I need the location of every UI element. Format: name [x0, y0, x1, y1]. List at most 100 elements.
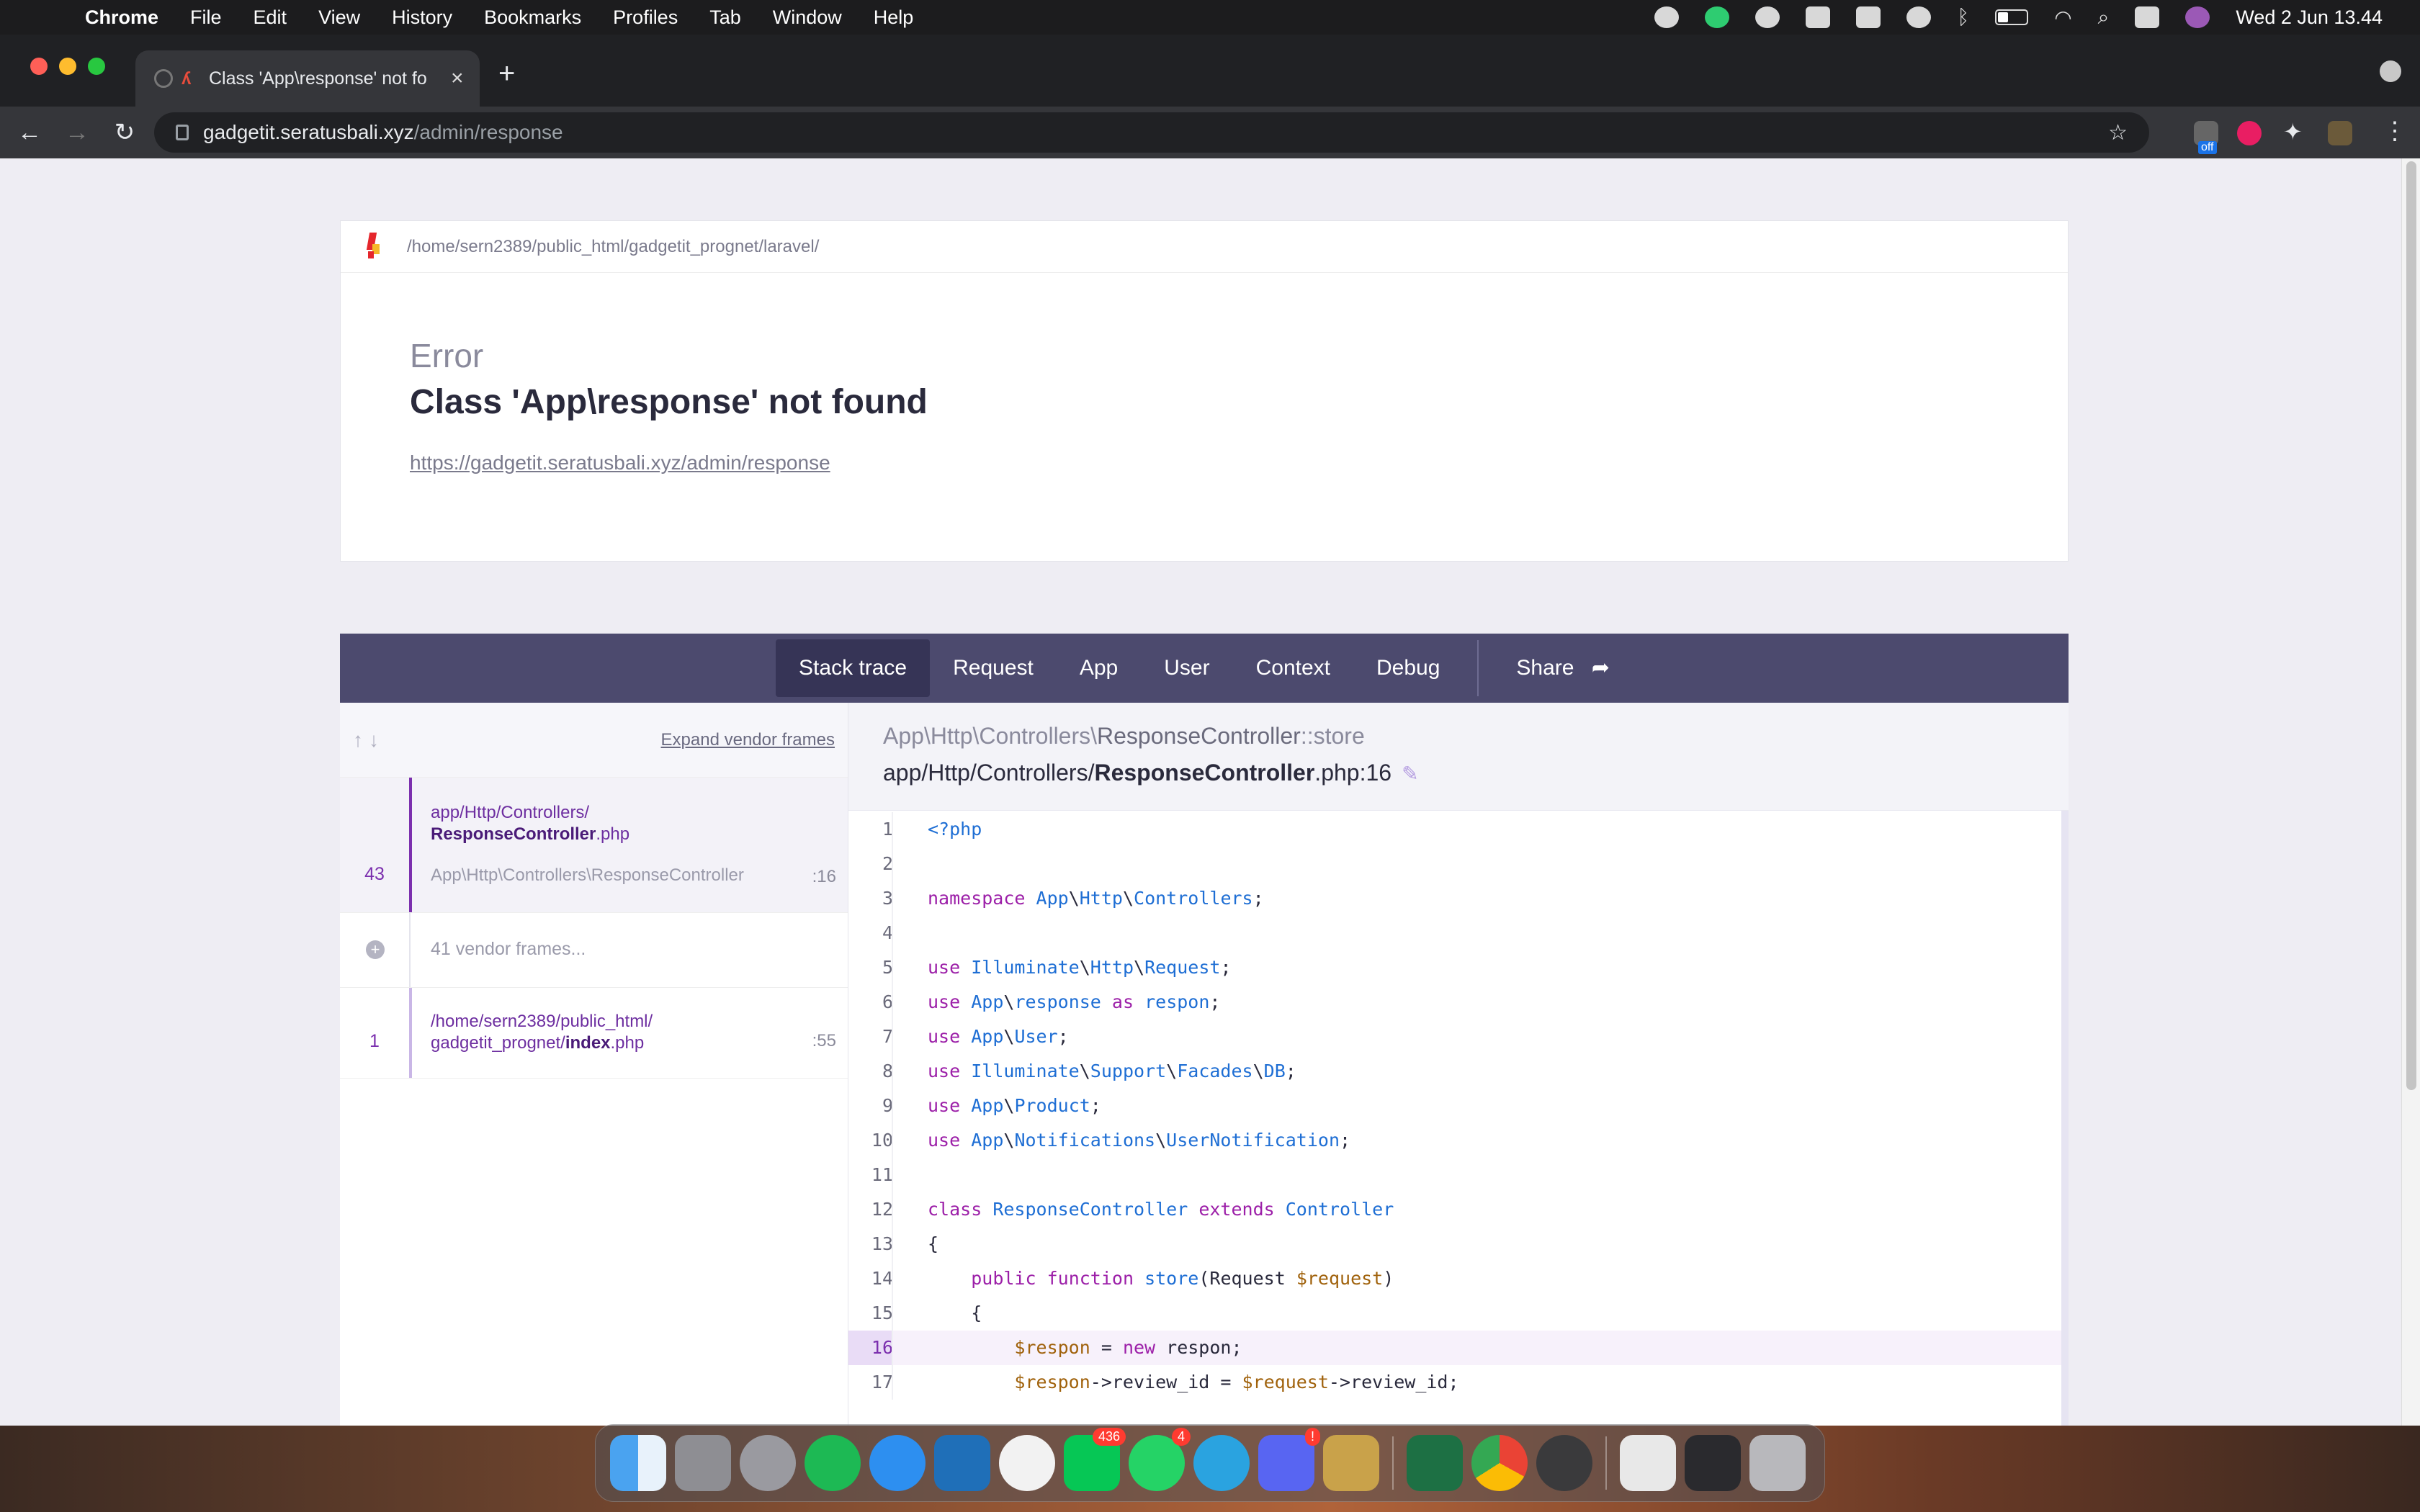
frame-file-name-row: ResponseController.php — [431, 824, 629, 845]
edit-pencil-icon[interactable]: ✎ — [1402, 762, 1418, 785]
tab-stack-trace[interactable]: Stack trace — [776, 639, 931, 697]
zoom-window-button[interactable] — [88, 58, 105, 75]
menu-profiles[interactable]: Profiles — [597, 6, 694, 29]
launchpad-icon[interactable] — [675, 1435, 731, 1491]
screenshot-stack-icon[interactable] — [1685, 1435, 1741, 1491]
address-bar[interactable]: gadgetit.seratusbali.xyz /admin/response… — [154, 112, 2149, 153]
code-line: 9 use App\Product; — [848, 1089, 2061, 1123]
close-window-button[interactable] — [30, 58, 48, 75]
menu-history[interactable]: History — [376, 6, 468, 29]
close-tab-icon[interactable]: × — [451, 66, 464, 91]
finder-icon[interactable] — [610, 1435, 666, 1491]
tab-debug[interactable]: Debug — [1353, 639, 1463, 697]
code-text: use App\response as respon; — [928, 991, 1221, 1012]
reload-button[interactable]: ↻ — [101, 118, 148, 147]
code-text: public function store(Request $request) — [971, 1268, 1394, 1289]
wifi-icon[interactable]: ◠ — [2054, 6, 2071, 30]
vscode-icon[interactable] — [934, 1435, 990, 1491]
menu-bookmarks[interactable]: Bookmarks — [468, 6, 597, 29]
trash-icon[interactable] — [1749, 1435, 1806, 1491]
menu-view[interactable]: View — [302, 6, 376, 29]
chrome-menu-icon[interactable]: ⋮ — [2383, 117, 2407, 145]
battery-icon[interactable] — [1995, 9, 2029, 25]
tab-search-button[interactable] — [2380, 60, 2401, 82]
siri-icon[interactable] — [2185, 6, 2210, 28]
browser-tab[interactable]: ʎ Class 'App\response' not fo × — [135, 50, 480, 107]
archive-utility-icon[interactable] — [1323, 1435, 1379, 1491]
code-gutter — [892, 1158, 893, 1192]
code-line: 13 { — [848, 1227, 2061, 1261]
scrollbar-thumb[interactable] — [2406, 161, 2416, 1090]
menu-tab[interactable]: Tab — [694, 6, 757, 29]
tab-user[interactable]: User — [1141, 639, 1232, 697]
whatsapp-icon[interactable]: 4 — [1129, 1428, 1191, 1491]
code-gutter — [892, 916, 893, 950]
menu-window[interactable]: Window — [757, 6, 858, 29]
excel-icon[interactable] — [1407, 1435, 1463, 1491]
frame-class: App\Http\Controllers\ResponseController — [431, 865, 744, 885]
new-tab-button[interactable]: + — [498, 59, 515, 88]
frame-file-ext: .php — [610, 1033, 645, 1053]
frame-navigation-arrows-icon[interactable]: ↑↓ — [353, 729, 385, 752]
menu-app-name[interactable]: Chrome — [79, 6, 174, 29]
system-preferences-icon[interactable] — [740, 1435, 796, 1491]
spotify-icon[interactable] — [805, 1435, 861, 1491]
document-file-icon[interactable] — [1620, 1435, 1676, 1491]
error-card: /home/sern2389/public_html/gadgetit_prog… — [340, 220, 2069, 562]
tab-app[interactable]: App — [1057, 639, 1141, 697]
discord-icon[interactable]: ! — [1258, 1428, 1320, 1491]
tab-request[interactable]: Request — [930, 639, 1057, 697]
code-scroll-rule — [2061, 811, 2069, 1426]
expand-vendor-frames-link[interactable]: Expand vendor frames — [661, 730, 835, 750]
cloud-icon[interactable] — [1906, 6, 1932, 28]
extension-off-badge: off — [2198, 141, 2217, 154]
line-number: 12 — [871, 1199, 893, 1220]
stack-frame-app[interactable]: 43 app/Http/Controllers/ ResponseControl… — [340, 778, 848, 913]
tab-context[interactable]: Context — [1233, 639, 1353, 697]
extension-m-icon[interactable] — [2237, 121, 2262, 145]
quicktime-icon[interactable] — [1536, 1435, 1592, 1491]
code-line: 8 use Illuminate\Support\Facades\DB; — [848, 1054, 2061, 1089]
forward-button[interactable]: → — [53, 119, 101, 147]
minimize-window-button[interactable] — [59, 58, 76, 75]
extensions-puzzle-icon[interactable]: ✦ — [2283, 118, 2303, 145]
share-button[interactable]: Share ➦ — [1493, 639, 1633, 697]
back-button[interactable]: ← — [6, 119, 53, 147]
notification-icon[interactable] — [1806, 6, 1831, 28]
page-scrollbar[interactable] — [2401, 158, 2420, 1426]
page-viewport: /home/sern2389/public_html/gadgetit_prog… — [0, 158, 2420, 1426]
bookmark-star-icon[interactable]: ☆ — [2108, 120, 2128, 145]
menu-file[interactable]: File — [174, 6, 238, 29]
code-line: 14 public function store(Request $reques… — [848, 1261, 2061, 1296]
menu-help[interactable]: Help — [858, 6, 930, 29]
control-center-icon[interactable] — [2135, 6, 2160, 28]
whatsapp-badge: 4 — [1171, 1428, 1191, 1446]
profile-avatar[interactable] — [2328, 121, 2352, 145]
stack-frame-index[interactable]: 1 /home/sern2389/public_html/ gadgetit_p… — [340, 988, 848, 1079]
frame-file-name-row: gadgetit_prognet/index.php — [431, 1032, 653, 1054]
app-store-icon[interactable] — [999, 1435, 1055, 1491]
expand-plus-icon[interactable]: + — [366, 940, 385, 959]
menu-edit[interactable]: Edit — [238, 6, 303, 29]
status-circle-icon[interactable] — [1654, 6, 1680, 28]
chrome-icon[interactable] — [1471, 1435, 1528, 1491]
code-file-prefix: app/Http/Controllers/ — [883, 760, 1095, 786]
safari-icon[interactable] — [869, 1435, 926, 1491]
code-line-highlighted: 16 $respon = new respon; — [848, 1331, 2061, 1365]
error-url-link[interactable]: https://gadgetit.seratusbali.xyz/admin/r… — [410, 451, 830, 474]
line-status-icon[interactable] — [1705, 6, 1730, 28]
stack-header: ↑↓ Expand vendor frames — [340, 703, 848, 778]
menubar-clock[interactable]: Wed 2 Jun 13.44 — [2236, 6, 2383, 29]
line-number: 13 — [871, 1233, 893, 1254]
line-icon[interactable]: 436 — [1064, 1428, 1126, 1491]
spotlight-search-icon[interactable]: ⌕ — [2098, 6, 2110, 30]
app-status-icon[interactable] — [1856, 6, 1881, 28]
creative-cloud-icon[interactable] — [1755, 6, 1780, 28]
frame-line-number: :55 — [812, 1031, 836, 1050]
code-text: use App\Notifications\UserNotification; — [928, 1130, 1351, 1151]
bluetooth-icon[interactable]: ᛒ — [1957, 6, 1969, 29]
lock-icon[interactable] — [176, 125, 189, 140]
telegram-icon[interactable] — [1193, 1435, 1250, 1491]
line-number: 16 — [848, 1331, 893, 1365]
vendor-frames-collapsed[interactable]: + 41 vendor frames... — [340, 913, 848, 988]
